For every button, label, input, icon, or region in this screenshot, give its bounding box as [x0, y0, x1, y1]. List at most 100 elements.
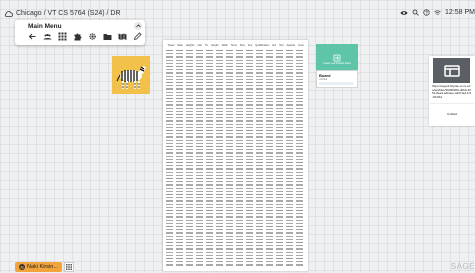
window-icon — [443, 64, 460, 77]
table-header-cell: Awards — [286, 43, 296, 47]
table-row — [166, 59, 305, 61]
table-row — [166, 219, 305, 221]
table-row — [166, 226, 305, 228]
main-menu-panel: Main Menu — [15, 20, 145, 45]
table-row — [166, 146, 305, 148]
table-row — [166, 149, 305, 151]
cloud-icon — [4, 10, 13, 17]
table-row — [166, 238, 305, 241]
table-row — [166, 235, 305, 237]
user-name: Naki Kirsin... — [27, 264, 58, 270]
table-row — [166, 178, 305, 180]
navigation-grid-button[interactable] — [64, 262, 74, 272]
table-row — [166, 85, 305, 87]
table-row — [166, 152, 305, 154]
table-row — [166, 75, 305, 77]
table-row — [166, 232, 305, 234]
table-row — [166, 158, 305, 161]
table-row — [166, 107, 305, 109]
note-text: Untitled — [446, 112, 458, 116]
table-row — [166, 155, 305, 157]
table-header-cell: Qualification — [255, 43, 270, 47]
table-row — [166, 136, 305, 138]
webview-url: https://sage3.bhptac-vt.cs.edu/api/files… — [432, 84, 472, 99]
table-header-cell: Date — [177, 43, 183, 47]
menu-toolbar — [28, 32, 142, 41]
note-card[interactable]: Untitled — [429, 104, 475, 126]
table-header-cell: Hits — [197, 43, 202, 47]
table-row — [166, 213, 305, 215]
users-icon[interactable] — [43, 32, 52, 41]
table-row — [166, 190, 305, 193]
webview-card[interactable]: https://sage3.bhptac-vt.cs.edu/api/files… — [429, 56, 475, 104]
table-row — [166, 123, 305, 125]
back-arrow-icon[interactable] — [28, 32, 37, 41]
user-menu-button[interactable]: N Naki Kirsin... — [15, 262, 62, 272]
zebra-image-card[interactable] — [112, 56, 150, 94]
main-menu-title: Main Menu — [28, 23, 62, 30]
table-row — [166, 254, 305, 257]
table-row — [166, 139, 305, 141]
table-row — [166, 133, 305, 135]
eye-icon[interactable] — [400, 10, 408, 16]
table-row — [166, 82, 305, 84]
table-row — [166, 94, 305, 97]
table-row — [166, 194, 305, 196]
table-row — [166, 110, 305, 113]
table-row — [166, 216, 305, 218]
table-row — [166, 142, 305, 145]
grid-icon — [66, 264, 72, 270]
table-header-cell: Fus — [247, 43, 253, 47]
pdf-document-viewer[interactable]: Tweet Date Heights Hits Tic Height Skills Tours… — [163, 40, 308, 271]
table-row — [166, 126, 305, 129]
table-row — [166, 91, 305, 93]
search-icon[interactable] — [412, 9, 419, 16]
table-header-cell: Tweet — [167, 43, 175, 47]
board-card-footer — [319, 82, 353, 85]
status-area: 12:58 PM — [400, 9, 475, 16]
table-row — [166, 258, 305, 260]
pencil-icon[interactable] — [133, 32, 142, 41]
table-row — [166, 114, 305, 116]
table-row — [166, 187, 305, 189]
create-board-label: Create new SAGE3 board — [323, 62, 351, 65]
table-row — [166, 56, 305, 58]
table-row — [166, 200, 305, 202]
table-row — [166, 229, 305, 231]
puzzle-icon[interactable] — [73, 32, 82, 41]
user-avatar: N — [19, 264, 25, 270]
table-header-cell: Heights — [185, 43, 195, 47]
table-row — [166, 210, 305, 212]
collapse-button[interactable] — [134, 22, 142, 30]
apps-grid-icon[interactable] — [58, 32, 67, 41]
table-row — [166, 168, 305, 170]
table-row — [166, 251, 305, 253]
table-row — [166, 62, 305, 65]
board-location: Chicago / VT CS 5764 (S24) / DR — [4, 10, 121, 17]
table-row — [166, 261, 305, 263]
table-row — [166, 184, 305, 186]
map-icon[interactable] — [118, 32, 127, 41]
table-header: Tweet Date Heights Hits Tic Height Skills Tours… — [166, 42, 305, 48]
location-text: Chicago / VT CS 5764 (S24) / DR — [16, 10, 121, 17]
sage-logo: SAGE — [450, 262, 475, 271]
help-icon[interactable] — [423, 9, 430, 16]
table-row — [166, 197, 305, 199]
create-board-card[interactable]: Create new SAGE3 board — [316, 44, 358, 70]
folder-icon[interactable] — [103, 32, 112, 41]
table-row — [166, 78, 305, 81]
table-row — [166, 120, 305, 122]
board-card-subtitle: Untitled — [319, 78, 328, 81]
table-row — [166, 72, 305, 74]
table-row — [166, 88, 305, 90]
table-row — [166, 264, 305, 266]
settings-icon[interactable] — [88, 32, 97, 41]
table-header-cell: Sint — [279, 43, 284, 47]
table-row — [166, 242, 305, 244]
table-header-cell: Height — [211, 43, 219, 47]
table-row — [166, 171, 305, 173]
zebra-image — [116, 66, 146, 89]
board-info-card[interactable]: Board Untitled — [316, 70, 358, 88]
table-row — [166, 66, 305, 68]
table-header-cell: Size — [239, 43, 245, 47]
